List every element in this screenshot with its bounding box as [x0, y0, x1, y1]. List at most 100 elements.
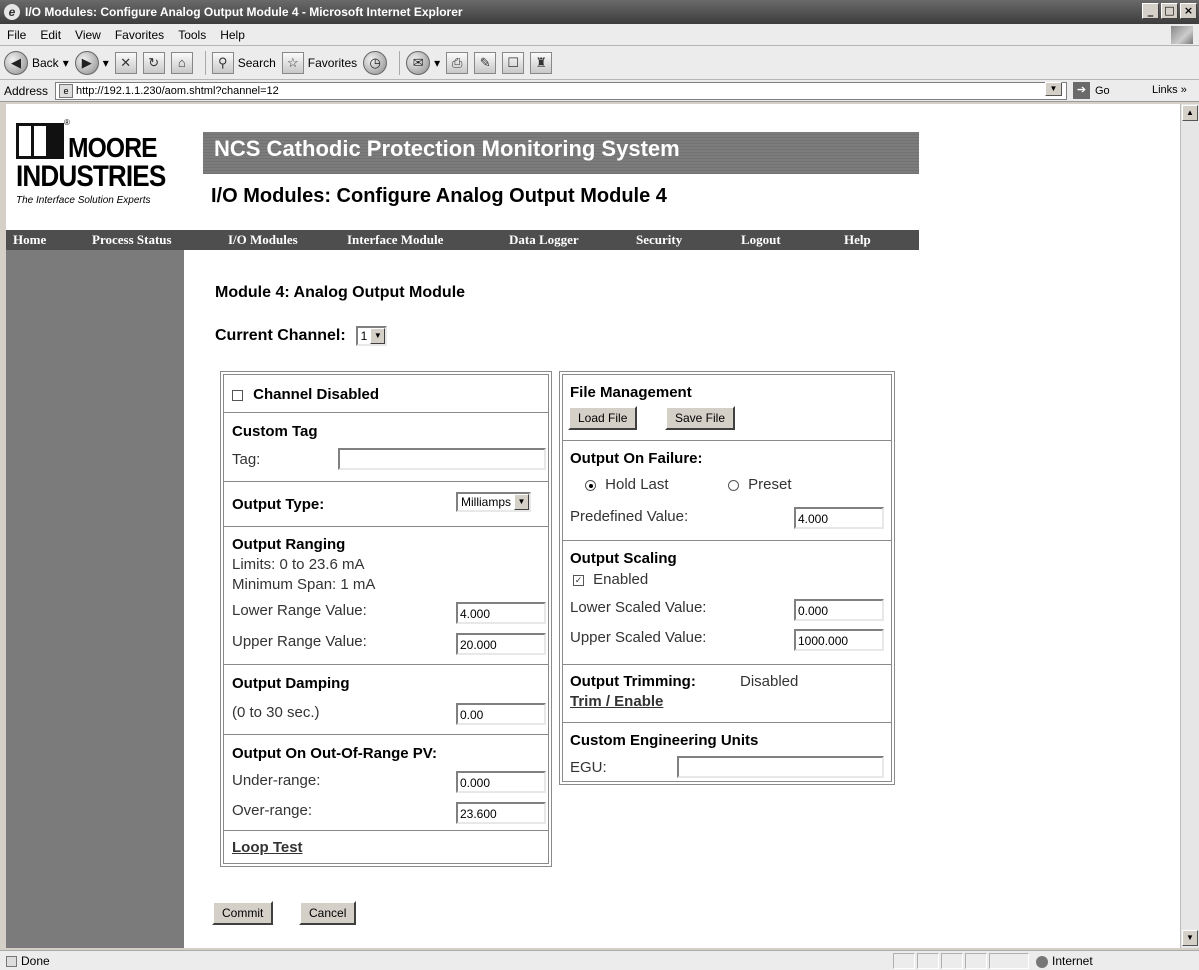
- status-bar: Done Internet: [0, 950, 1199, 970]
- back-label: Back: [32, 55, 59, 70]
- back-button[interactable]: ◀ Back ▾: [4, 50, 69, 75]
- back-arrow-icon: ◀: [4, 50, 28, 75]
- minimize-button[interactable]: _: [1142, 3, 1159, 19]
- ranging-min-span: Minimum Span: 1 mA: [232, 576, 376, 593]
- nav-process-status[interactable]: Process Status: [92, 232, 172, 248]
- stop-icon[interactable]: ✕: [114, 51, 137, 74]
- channel-disabled-label: Channel Disabled: [253, 386, 380, 403]
- nav-help[interactable]: Help: [844, 232, 871, 248]
- standard-toolbar: ◀ Back ▾ ▶ ▾ ✕ ↻ ⌂ ⚲ Search ☆ Favorites …: [0, 46, 1199, 80]
- menu-bar: File Edit View Favorites Tools Help: [0, 24, 1199, 46]
- menu-file[interactable]: File: [0, 28, 33, 42]
- under-range-input[interactable]: 0.000: [456, 771, 546, 793]
- scaling-enabled-label: Enabled: [593, 571, 649, 588]
- refresh-icon[interactable]: ↻: [142, 51, 165, 74]
- cancel-button[interactable]: Cancel: [299, 901, 357, 925]
- scroll-up-icon[interactable]: ▲: [1182, 105, 1198, 121]
- egu-label: EGU:: [570, 759, 607, 776]
- module-heading: Module 4: Analog Output Module: [215, 284, 466, 301]
- output-on-failure-section: Output On Failure: Hold Last Preset Pred…: [563, 441, 891, 541]
- home-icon[interactable]: ⌂: [170, 51, 193, 74]
- output-ranging-section: Output Ranging Limits: 0 to 23.6 mA Mini…: [224, 527, 548, 665]
- current-channel-select[interactable]: 1 ▼: [355, 326, 388, 346]
- forward-dropdown-icon[interactable]: ▾: [103, 56, 109, 70]
- menu-help[interactable]: Help: [213, 28, 252, 42]
- mail-dropdown-icon[interactable]: ▾: [434, 56, 440, 70]
- save-file-button[interactable]: Save File: [665, 406, 736, 430]
- nav-security[interactable]: Security: [636, 232, 682, 248]
- menu-tools[interactable]: Tools: [171, 28, 213, 42]
- search-button[interactable]: ⚲ Search: [211, 51, 276, 74]
- system-title: NCS Cathodic Protection Monitoring Syste…: [214, 136, 680, 161]
- edit-icon[interactable]: ✎: [474, 51, 497, 74]
- links-label: Links: [1152, 84, 1178, 96]
- output-scaling-section: Output Scaling ✓ Enabled Lower Scaled Va…: [563, 541, 891, 665]
- preset-label: Preset: [748, 476, 792, 493]
- back-dropdown-icon[interactable]: ▾: [63, 56, 69, 70]
- scaling-enabled-checkbox[interactable]: ✓: [573, 574, 584, 586]
- chevron-down-icon: ▼: [370, 328, 386, 344]
- main-navigation: Home Process Status I/O Modules Interfac…: [6, 230, 919, 250]
- nav-io-modules[interactable]: I/O Modules: [228, 232, 298, 248]
- window-titlebar: e I/O Modules: Configure Analog Output M…: [0, 0, 1199, 24]
- commit-button[interactable]: Commit: [212, 901, 274, 925]
- preset-option[interactable]: Preset: [728, 476, 792, 493]
- load-file-button[interactable]: Load File: [568, 406, 638, 430]
- messenger-icon[interactable]: ♜: [530, 51, 553, 74]
- address-dropdown-icon[interactable]: ▼: [1045, 82, 1062, 96]
- hold-last-label: Hold Last: [605, 476, 669, 493]
- hold-last-radio[interactable]: [585, 479, 596, 491]
- lower-scaled-input[interactable]: 0.000: [794, 599, 884, 621]
- menu-favorites[interactable]: Favorites: [108, 28, 171, 42]
- forward-button[interactable]: ▶ ▾: [74, 50, 109, 75]
- close-button[interactable]: ×: [1180, 3, 1197, 19]
- print-icon[interactable]: ⎙: [446, 51, 469, 74]
- address-input[interactable]: e http://192.1.1.230/aom.shtml?channel=1…: [55, 82, 1067, 100]
- scaling-enabled-row[interactable]: ✓ Enabled: [573, 571, 648, 588]
- logo-tagline: The Interface Solution Experts: [16, 195, 151, 206]
- address-url: http://192.1.1.230/aom.shtml?channel=12: [76, 85, 279, 97]
- nav-data-logger[interactable]: Data Logger: [509, 232, 579, 248]
- security-zone-label: Internet: [1052, 954, 1093, 968]
- menu-edit[interactable]: Edit: [33, 28, 68, 42]
- nav-interface-module[interactable]: Interface Module: [347, 232, 443, 248]
- output-damping-section: Output Damping (0 to 30 sec.) 0.00: [224, 665, 548, 735]
- custom-egu-heading: Custom Engineering Units: [570, 732, 759, 749]
- mail-icon[interactable]: ✉: [406, 50, 431, 75]
- egu-input[interactable]: [677, 756, 884, 778]
- over-range-input[interactable]: 23.600: [456, 802, 546, 824]
- go-button[interactable]: ➔ Go: [1073, 82, 1110, 99]
- go-label: Go: [1095, 84, 1110, 97]
- nav-home[interactable]: Home: [13, 232, 46, 248]
- vertical-scrollbar[interactable]: ▲ ▼: [1180, 104, 1199, 948]
- channel-disabled-checkbox[interactable]: [232, 389, 243, 401]
- custom-egu-section: Custom Engineering Units EGU:: [563, 723, 891, 781]
- preset-radio[interactable]: [728, 479, 739, 491]
- channel-disabled-row[interactable]: Channel Disabled: [232, 386, 379, 403]
- upper-scaled-input[interactable]: 1000.000: [794, 629, 884, 651]
- upper-range-input[interactable]: 20.000: [456, 633, 546, 655]
- output-type-select[interactable]: Milliamps ▼: [456, 492, 532, 512]
- history-icon[interactable]: ◷: [363, 50, 388, 75]
- damping-input[interactable]: 0.00: [456, 703, 546, 725]
- maximize-button[interactable]: □: [1161, 3, 1178, 19]
- scroll-down-icon[interactable]: ▼: [1182, 930, 1198, 946]
- logo-line-2: INDUSTRIES: [16, 160, 166, 193]
- nav-logout[interactable]: Logout: [741, 232, 781, 248]
- address-label: Address: [4, 83, 49, 98]
- lower-range-input[interactable]: 4.000: [456, 602, 546, 624]
- links-button[interactable]: Links »: [1152, 84, 1187, 96]
- hold-last-option[interactable]: Hold Last: [585, 476, 669, 493]
- internet-globe-icon: [1036, 955, 1048, 968]
- trim-enable-link[interactable]: Trim / Enable: [570, 693, 663, 710]
- predefined-value-input[interactable]: 4.000: [794, 507, 884, 529]
- tag-input[interactable]: [338, 448, 546, 470]
- menu-view[interactable]: View: [68, 28, 108, 42]
- discuss-icon[interactable]: ☐: [502, 51, 525, 74]
- right-config-panel: File Management Load File Save File Outp…: [559, 371, 895, 785]
- tag-label: Tag:: [232, 451, 261, 468]
- loop-test-link[interactable]: Loop Test: [232, 839, 303, 856]
- favorites-button[interactable]: ☆ Favorites: [281, 51, 357, 74]
- go-arrow-icon: ➔: [1073, 82, 1090, 99]
- status-panel: [941, 953, 963, 969]
